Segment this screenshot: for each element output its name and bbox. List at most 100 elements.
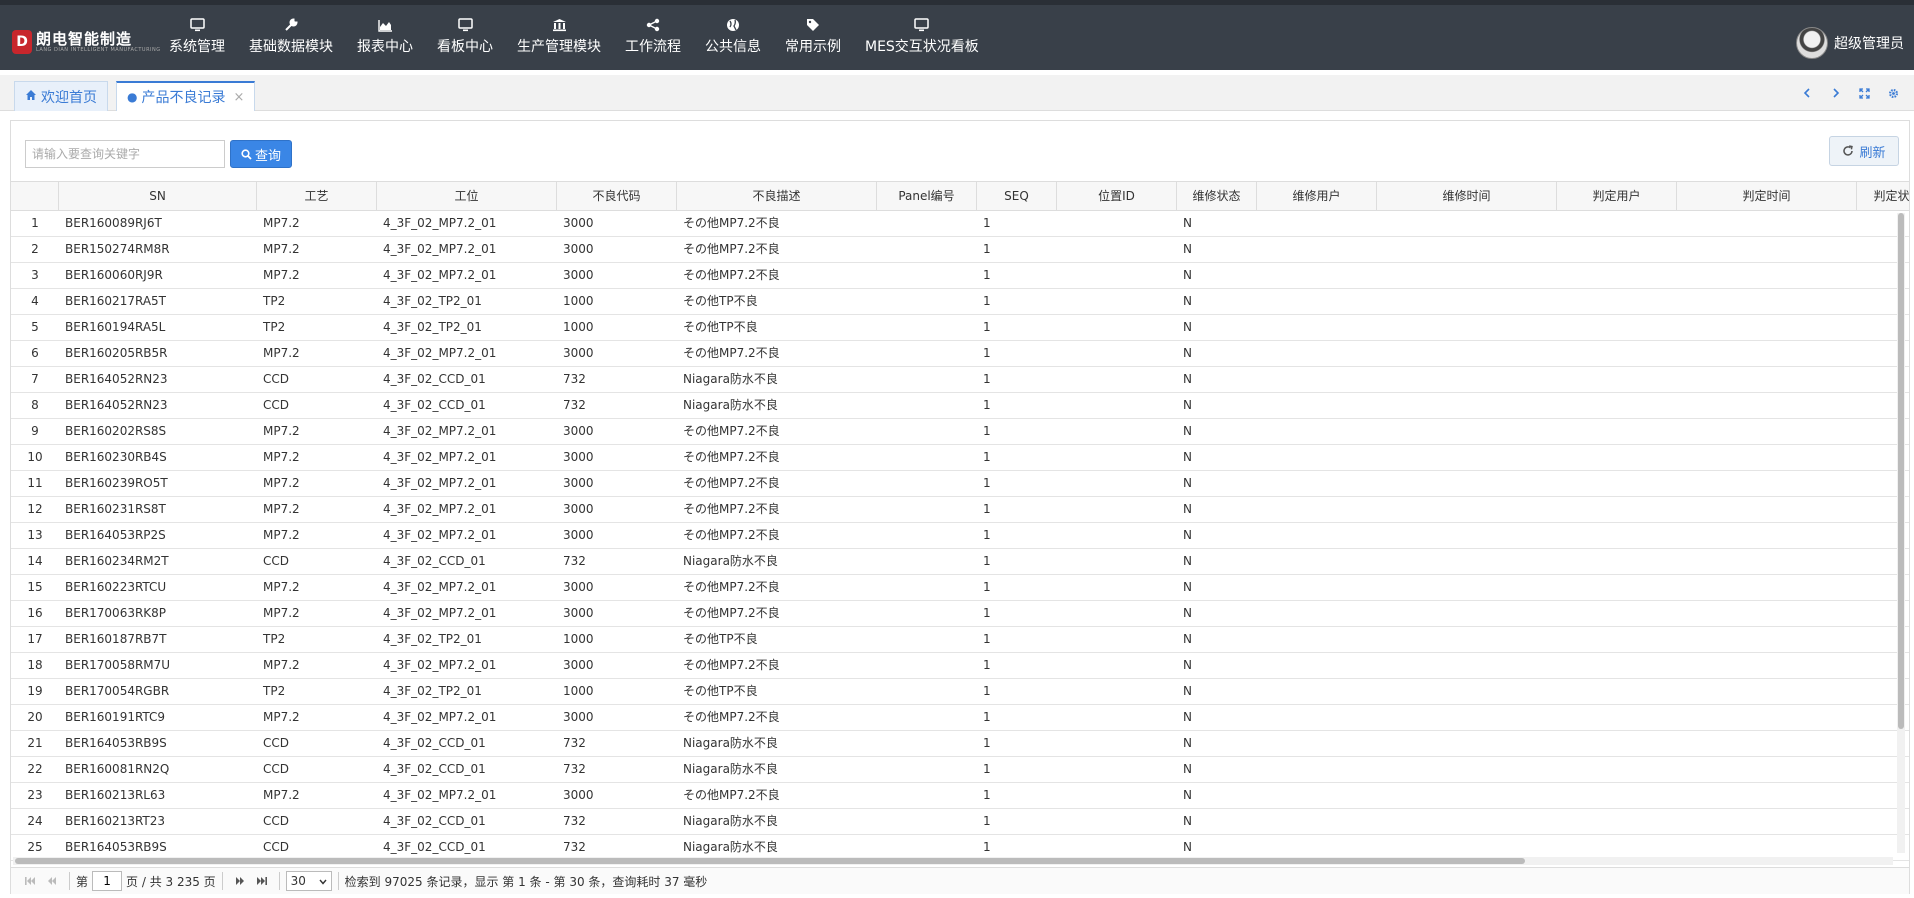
table-cell [1377, 393, 1557, 418]
table-cell: 3000 [563, 710, 594, 724]
column-header[interactable]: 不良代码 [557, 182, 677, 210]
table-row[interactable]: 23 BER160213RL63 MP7.2 4_3F_02_MP7.2_01 3000… [11, 783, 1909, 809]
nav-item-7[interactable]: 公共信息 [693, 17, 773, 56]
vertical-scroll-thumb[interactable] [1898, 213, 1904, 729]
column-header[interactable]: SN [59, 182, 257, 210]
column-header[interactable]: 位置ID [1057, 182, 1177, 210]
table-cell: 4_3F_02_TP2_01 [383, 294, 482, 308]
row-number-cell: 17 [27, 632, 43, 646]
table-row[interactable]: 21 BER164053RB9S CCD 4_3F_02_CCD_01 732 Niaga… [11, 731, 1909, 757]
search-button[interactable]: 查询 [230, 140, 292, 168]
column-header[interactable]: 工艺 [257, 182, 377, 210]
table-row[interactable]: 9 BER160202RS8S MP7.2 4_3F_02_MP7.2_01 3000 そ… [11, 419, 1909, 445]
nav-item-3[interactable]: 报表中心 [345, 17, 425, 56]
table-cell: 4_3F_02_CCD_01 [383, 372, 486, 386]
table-row[interactable]: 10 BER160230RB4S MP7.2 4_3F_02_MP7.2_01 3000… [11, 445, 1909, 471]
chevron-right-icon[interactable] [1821, 83, 1850, 103]
close-icon[interactable]: × [233, 90, 244, 105]
chevron-left-icon[interactable] [1792, 83, 1821, 103]
nav-label: 工作流程 [625, 39, 681, 55]
page-size-select[interactable]: 30 [285, 871, 332, 891]
horizontal-scroll-thumb[interactable] [15, 858, 1525, 864]
table-row[interactable]: 17 BER160187RB7T TP2 4_3F_02_TP2_01 1000 その他T… [11, 627, 1909, 653]
table-cell: 4_3F_02_TP2_01 [383, 684, 482, 698]
nav-item-2[interactable]: 基础数据模块 [237, 17, 345, 56]
table-cell: MP7.2 [263, 268, 300, 282]
table-row[interactable]: 4 BER160217RA5T TP2 4_3F_02_TP2_01 1000 その他TP… [11, 289, 1909, 315]
table-row[interactable]: 7 BER164052RN23 CCD 4_3F_02_CCD_01 732 Niagar… [11, 367, 1909, 393]
table-cell: 4_3F_02_MP7.2_01 [383, 476, 497, 490]
table-row[interactable]: 16 BER170063RK8P MP7.2 4_3F_02_MP7.2_01 3000… [11, 601, 1909, 627]
nav-item-8[interactable]: 常用示例 [773, 17, 853, 56]
nav-item-5[interactable]: 生产管理模块 [505, 17, 613, 56]
column-header[interactable]: SEQ [977, 182, 1057, 210]
table-cell: 1 [983, 788, 991, 802]
table-row[interactable]: 18 BER170058RM7U MP7.2 4_3F_02_MP7.2_01 3000… [11, 653, 1909, 679]
table-cell [877, 731, 977, 756]
last-page-button[interactable] [251, 871, 273, 891]
nav-item-1[interactable]: 系统管理 [157, 17, 237, 56]
table-cell: BER160060RJ9R [65, 268, 163, 282]
row-number-cell: 10 [27, 450, 43, 464]
vertical-scrollbar[interactable] [1897, 213, 1905, 853]
horizontal-scrollbar[interactable] [13, 857, 1893, 865]
user-menu[interactable]: 超级管理员 [1796, 27, 1904, 59]
column-header[interactable]: 判定状 [1857, 182, 1909, 210]
nav-item-4[interactable]: 看板中心 [425, 17, 505, 56]
table-row[interactable]: 6 BER160205RB5R MP7.2 4_3F_02_MP7.2_01 3000 そ… [11, 341, 1909, 367]
column-header[interactable]: 维修用户 [1257, 182, 1377, 210]
table-row[interactable]: 22 BER160081RN2Q CCD 4_3F_02_CCD_01 732 Niaga… [11, 757, 1909, 783]
table-cell [1257, 627, 1377, 652]
table-cell: 1 [983, 658, 991, 672]
table-row[interactable]: 3 BER160060RJ9R MP7.2 4_3F_02_MP7.2_01 3000 そ… [11, 263, 1909, 289]
column-header[interactable]: 不良描述 [677, 182, 877, 210]
column-header[interactable]: Panel编号 [877, 182, 977, 210]
avatar[interactable] [1796, 27, 1828, 59]
column-header[interactable]: 维修时间 [1377, 182, 1557, 210]
table-cell [1377, 315, 1557, 340]
fullscreen-icon[interactable] [1850, 83, 1879, 103]
column-header[interactable]: 判定时间 [1677, 182, 1857, 210]
column-header[interactable]: 判定用户 [1557, 182, 1677, 210]
table-cell [1557, 315, 1677, 340]
row-number-cell: 15 [27, 580, 43, 594]
table-cell [1377, 809, 1557, 834]
tab-home[interactable]: 欢迎首页 [14, 81, 108, 111]
table-row[interactable]: 1 BER160089RJ6T MP7.2 4_3F_02_MP7.2_01 3000 そ… [11, 211, 1909, 237]
table-row[interactable]: 8 BER164052RN23 CCD 4_3F_02_CCD_01 732 Niagar… [11, 393, 1909, 419]
nav-item-6[interactable]: 工作流程 [613, 17, 693, 56]
row-number-cell: 2 [31, 242, 39, 256]
nav-item-9[interactable]: MES交互状况看板 [853, 17, 991, 56]
table-row[interactable]: 12 BER160231RS8T MP7.2 4_3F_02_MP7.2_01 3000… [11, 497, 1909, 523]
first-page-button[interactable] [19, 871, 41, 891]
table-cell [1257, 575, 1377, 600]
table-cell: その他MP7.2不良 [683, 242, 780, 256]
column-header[interactable]: 工位 [377, 182, 557, 210]
table-row[interactable]: 24 BER160213RT23 CCD 4_3F_02_CCD_01 732 Niaga… [11, 809, 1909, 835]
app-logo[interactable]: D 朗电智能制造 LANG DIAN INTELLIGENT MANUFACTU… [12, 27, 161, 57]
table-row[interactable]: 19 BER170054RGBR TP2 4_3F_02_TP2_01 1000 その他T… [11, 679, 1909, 705]
table-row[interactable]: 2 BER150274RM8R MP7.2 4_3F_02_MP7.2_01 3000 そ… [11, 237, 1909, 263]
table-cell: 4_3F_02_MP7.2_01 [383, 606, 497, 620]
refresh-button[interactable]: 刷新 [1829, 136, 1899, 166]
table-row[interactable]: 13 BER164053RP2S MP7.2 4_3F_02_MP7.2_01 3000… [11, 523, 1909, 549]
gear-icon[interactable] [1879, 83, 1908, 103]
table-cell: 4_3F_02_CCD_01 [383, 554, 486, 568]
user-name: 超级管理员 [1834, 36, 1904, 52]
table-cell: BER160213RT23 [65, 814, 166, 828]
page-number-input[interactable] [92, 871, 123, 891]
table-cell: BER160217RA5T [65, 294, 166, 308]
table-cell: N [1183, 606, 1192, 620]
next-page-button[interactable] [229, 871, 251, 891]
tab-defect-records[interactable]: ● 产品不良记录 × [116, 81, 256, 111]
table-row[interactable]: 20 BER160191RTC9 MP7.2 4_3F_02_MP7.2_01 3000… [11, 705, 1909, 731]
table-cell [1057, 211, 1177, 236]
table-row[interactable]: 11 BER160239RO5T MP7.2 4_3F_02_MP7.2_01 3000… [11, 471, 1909, 497]
column-header[interactable]: 维修状态 [1177, 182, 1257, 210]
prev-page-button[interactable] [41, 871, 63, 891]
search-input[interactable] [25, 140, 225, 168]
table-row[interactable]: 5 BER160194RA5L TP2 4_3F_02_TP2_01 1000 その他TP… [11, 315, 1909, 341]
table-row[interactable]: 15 BER160223RTCU MP7.2 4_3F_02_MP7.2_01 3000… [11, 575, 1909, 601]
grid-header: SN 工艺 工位 不良代码 不良描述 Panel编号 SEQ 位置ID 维修状态 维修用户 维修时间… [11, 181, 1909, 211]
table-row[interactable]: 14 BER160234RM2T CCD 4_3F_02_CCD_01 732 Niaga… [11, 549, 1909, 575]
